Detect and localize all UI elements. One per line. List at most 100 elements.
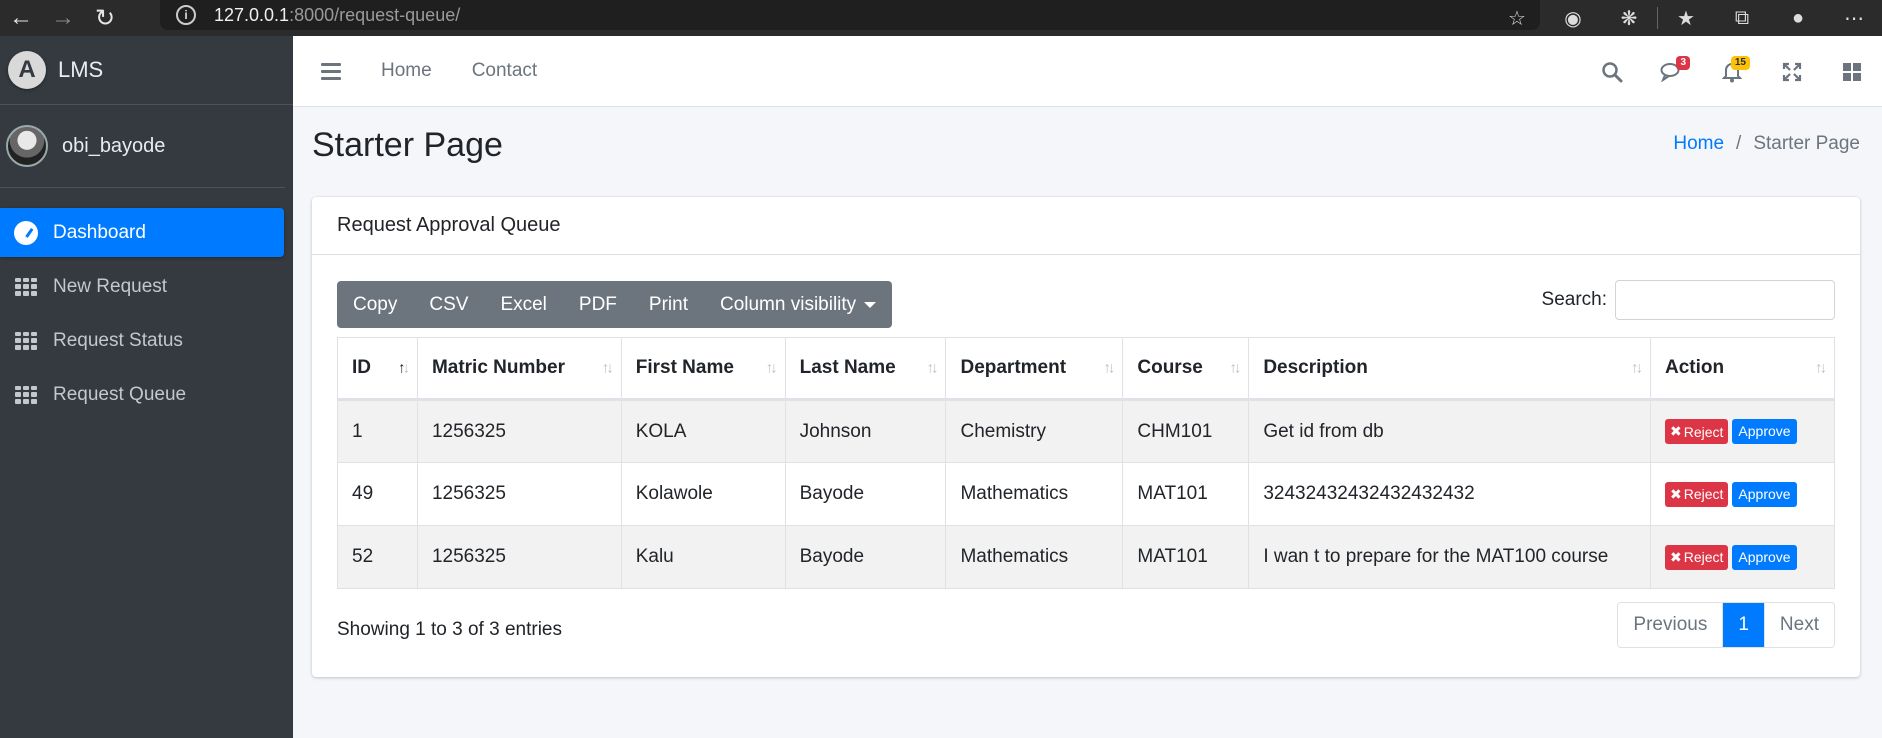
table-row: 49 1256325 Kolawole Bayode Mathematics M… <box>337 462 1835 526</box>
csv-button[interactable]: CSV <box>413 281 484 328</box>
extension-color-icon[interactable]: ◉ <box>1545 6 1601 31</box>
nav-link-contact[interactable]: Contact <box>472 60 537 82</box>
breadcrumb: Home / Starter Page <box>1673 133 1860 155</box>
search-icon[interactable] <box>1582 36 1642 107</box>
table-row: 1 1256325 KOLA Johnson Chemistry CHM101 … <box>337 399 1835 463</box>
reject-button[interactable]: ✖ Reject <box>1665 544 1729 570</box>
forward-icon[interactable]: → <box>42 0 84 36</box>
dashboard-gauge-icon <box>14 220 38 245</box>
column-header-first-name[interactable]: First Name ↑↓ <box>620 337 786 401</box>
sidebar-item-dashboard[interactable]: Dashboard <box>0 208 284 257</box>
brand-text: LMS <box>58 57 104 82</box>
sidebar-item-request-status[interactable]: Request Status <box>0 316 284 365</box>
sidebar-item-label: Request Status <box>53 329 183 351</box>
cell-department: Mathematics <box>945 525 1124 589</box>
address-bar[interactable]: i 127.0.0.1:8000/request-queue/ <box>160 0 1540 30</box>
breadcrumb-current: Starter Page <box>1753 133 1860 154</box>
user-name[interactable]: obi_bayode <box>62 135 165 158</box>
cell-course: CHM101 <box>1122 399 1250 463</box>
user-panel[interactable]: obi_bayode <box>0 105 285 188</box>
grid-icon <box>14 331 38 350</box>
top-navbar: Home Contact 3 15 <box>293 36 1882 107</box>
sidebar-item-label: Dashboard <box>53 221 146 243</box>
grid-icon <box>14 277 38 296</box>
excel-button[interactable]: Excel <box>484 281 562 328</box>
cell-first-name: Kolawole <box>620 462 786 526</box>
notifications-badge: 15 <box>1730 56 1750 70</box>
cell-course: MAT101 <box>1122 525 1250 589</box>
sidebar-item-label: Request Queue <box>53 383 187 405</box>
reject-button[interactable]: ✖ Reject <box>1665 481 1729 507</box>
cell-matric: 1256325 <box>416 462 622 526</box>
search-input[interactable] <box>1615 280 1835 320</box>
cell-last-name: Johnson <box>784 399 947 463</box>
sort-icon: ↑↓ <box>601 359 614 377</box>
more-menu-icon[interactable]: ⋯ <box>1826 6 1882 31</box>
sidebar-item-request-queue[interactable]: Request Queue <box>0 370 284 419</box>
request-table: ID ↑↓ Matric Number ↑↓ First Name ↑↓ Last N… <box>337 337 1835 589</box>
fullscreen-icon[interactable] <box>1762 36 1822 107</box>
cell-first-name: Kalu <box>620 525 786 589</box>
back-icon[interactable]: ← <box>0 0 42 36</box>
column-header-department[interactable]: Department ↑↓ <box>945 337 1124 401</box>
column-header-action[interactable]: Action ↑↓ <box>1650 337 1835 401</box>
sort-icon: ↑↓ <box>1103 359 1115 377</box>
breadcrumb-separator: / <box>1736 133 1742 154</box>
sidebar-item-new-request[interactable]: New Request <box>0 262 284 311</box>
cell-last-name: Bayode <box>784 525 947 589</box>
pdf-button[interactable]: PDF <box>563 281 633 328</box>
column-header-description[interactable]: Description ↑↓ <box>1248 337 1651 401</box>
table-row: 52 1256325 Kalu Bayode Mathematics MAT10… <box>337 525 1835 589</box>
table-header-row: ID ↑↓ Matric Number ↑↓ First Name ↑↓ Last N… <box>337 337 1835 401</box>
nav-link-home[interactable]: Home <box>381 60 432 82</box>
avatar <box>6 125 48 167</box>
column-header-course[interactable]: Course ↑↓ <box>1122 337 1250 401</box>
pagination: Previous 1 Next <box>1617 602 1835 648</box>
site-info-icon[interactable]: i <box>176 5 196 25</box>
reject-button[interactable]: ✖ Reject <box>1665 419 1729 444</box>
cell-action: ✖ Reject Approve <box>1650 462 1835 526</box>
favorite-add-icon[interactable]: ☆ <box>1489 6 1545 31</box>
pagination-previous[interactable]: Previous <box>1618 603 1724 647</box>
column-header-id[interactable]: ID ↑↓ <box>337 337 418 401</box>
sidebar: A LMS obi_bayode Dashboard New Request R… <box>0 36 293 738</box>
control-sidebar-grid-icon[interactable] <box>1822 36 1882 107</box>
menu-toggle-icon[interactable] <box>321 62 341 80</box>
reload-icon[interactable]: ↻ <box>84 0 126 36</box>
cell-matric: 1256325 <box>416 399 622 463</box>
breadcrumb-home[interactable]: Home <box>1673 133 1724 155</box>
cell-description: Get id from db <box>1248 399 1651 463</box>
messages-icon[interactable]: 3 <box>1642 36 1702 107</box>
copy-button[interactable]: Copy <box>337 281 413 328</box>
sort-icon: ↑↓ <box>1229 359 1241 377</box>
page-title: Starter Page <box>312 126 503 164</box>
browser-chrome: ← → ↻ i 127.0.0.1:8000/request-queue/ ☆ … <box>0 0 1882 36</box>
print-button[interactable]: Print <box>633 281 704 328</box>
approve-button[interactable]: Approve <box>1732 481 1797 507</box>
pagination-next[interactable]: Next <box>1765 603 1834 647</box>
brand-logo-icon: A <box>8 51 46 89</box>
cell-first-name: KOLA <box>620 399 786 463</box>
export-button-group: Copy CSV Excel PDF Print Column visibili… <box>337 281 893 328</box>
cell-description: 32432432432432432432 <box>1248 462 1651 526</box>
profile-icon[interactable]: ● <box>1770 7 1826 30</box>
notifications-bell-icon[interactable]: 15 <box>1702 36 1762 107</box>
sort-icon: ↑↓ <box>926 359 938 377</box>
pagination-page-1[interactable]: 1 <box>1723 603 1765 647</box>
column-header-last-name[interactable]: Last Name ↑↓ <box>784 337 947 401</box>
cell-id: 49 <box>337 462 418 526</box>
column-header-matric[interactable]: Matric Number ↑↓ <box>416 337 622 401</box>
cell-id: 1 <box>337 399 418 463</box>
approve-button[interactable]: Approve <box>1732 419 1797 444</box>
cell-description: I wan t to prepare for the MAT100 course <box>1248 525 1651 589</box>
brand-link[interactable]: A LMS <box>0 36 293 105</box>
sort-icon: ↑↓ <box>1631 359 1643 377</box>
close-icon: ✖ <box>1670 423 1682 439</box>
collections-icon[interactable]: ⧉ <box>1714 7 1770 30</box>
approve-button[interactable]: Approve <box>1732 544 1797 570</box>
column-visibility-button[interactable]: Column visibility <box>704 281 892 328</box>
sort-icon: ↑↓ <box>1815 359 1827 377</box>
favorites-icon[interactable]: ★ <box>1658 6 1714 31</box>
extensions-icon[interactable]: ❋ <box>1601 6 1657 31</box>
search-label: Search: <box>1541 289 1607 310</box>
